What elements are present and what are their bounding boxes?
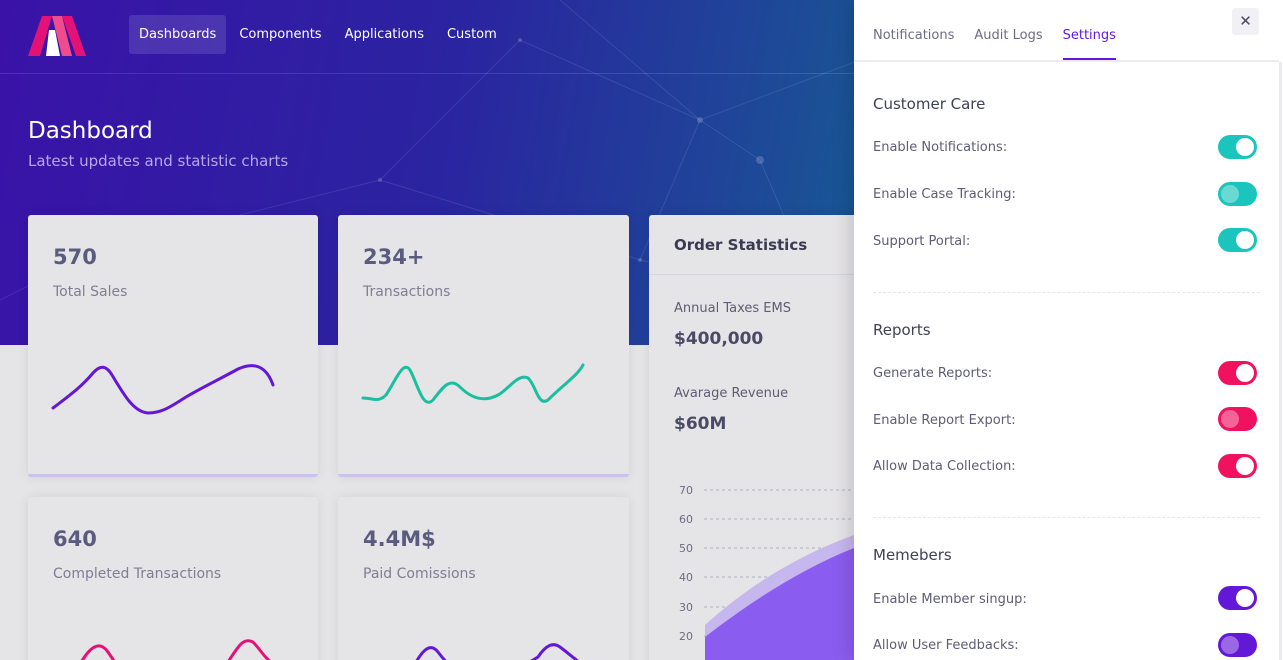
y-tick-label: 70 — [679, 484, 693, 497]
panel-scrollbar[interactable] — [1279, 62, 1282, 660]
allow-user-feedbacks-toggle[interactable] — [1218, 633, 1257, 657]
stat-card-completed-transactions: 640 Completed Transactions — [28, 497, 318, 660]
sparkline-line — [51, 364, 275, 415]
y-tick-label: 50 — [679, 542, 693, 555]
logo[interactable] — [28, 16, 88, 56]
nav-item-custom[interactable]: Custom — [437, 15, 507, 54]
y-tick-label: 30 — [679, 601, 693, 614]
setting-label: Allow User Feedbacks: — [873, 638, 1019, 653]
y-tick-label: 20 — [679, 630, 693, 643]
nav-item-applications[interactable]: Applications — [335, 15, 434, 54]
enable-member-signup-toggle[interactable] — [1218, 586, 1257, 610]
setting-label: Enable Notifications: — [873, 140, 1008, 155]
quick-panel: Notifications Audit Logs Settings ✕ Cust… — [854, 0, 1283, 660]
sparkline-line — [415, 643, 579, 660]
section-divider — [873, 517, 1260, 518]
panel-tabs: Notifications Audit Logs Settings — [873, 0, 1136, 60]
tab-settings[interactable]: Settings — [1062, 0, 1116, 60]
close-icon: ✕ — [1239, 12, 1252, 30]
nav-item-dashboards[interactable]: Dashboards — [129, 15, 227, 54]
tab-audit-logs[interactable]: Audit Logs — [974, 0, 1042, 60]
section-title-customer-care: Customer Care — [873, 95, 986, 113]
setting-label: Enable Member singup: — [873, 592, 1027, 607]
page-title: Dashboard — [28, 118, 153, 144]
sparkline-chart — [80, 639, 271, 660]
setting-label: Enable Report Export: — [873, 413, 1016, 428]
main-nav: Dashboards Components Applications Custo… — [129, 15, 510, 54]
setting-label: Support Portal: — [873, 234, 971, 249]
generate-reports-toggle[interactable] — [1218, 361, 1257, 385]
setting-label: Allow Data Collection: — [873, 459, 1016, 474]
tabs-underline — [854, 60, 1279, 62]
sparkline-line — [80, 639, 271, 660]
stat-card-paid-commissions: 4.4M$ Paid Comissions — [338, 497, 629, 660]
y-tick-label: 40 — [679, 571, 693, 584]
tab-notifications[interactable]: Notifications — [873, 0, 954, 60]
section-title-reports: Reports — [873, 321, 931, 339]
page-subtitle: Latest updates and statistic charts — [28, 152, 289, 170]
nav-item-components[interactable]: Components — [229, 15, 331, 54]
setting-label: Generate Reports: — [873, 366, 993, 381]
section-divider — [873, 292, 1260, 293]
sparkline-chart — [361, 363, 585, 404]
section-title-members: Memebers — [873, 546, 952, 564]
stat-card-transactions: 234+ Transactions — [338, 215, 629, 477]
enable-notifications-toggle[interactable] — [1218, 135, 1257, 159]
enable-report-export-toggle[interactable] — [1218, 407, 1257, 431]
support-portal-toggle[interactable] — [1218, 228, 1257, 252]
y-tick-label: 60 — [679, 513, 693, 526]
stat-card-total-sales: 570 Total Sales — [28, 215, 318, 477]
sparkline-line — [361, 363, 585, 404]
sparkline-chart — [51, 364, 275, 415]
close-panel-button[interactable]: ✕ — [1232, 8, 1259, 35]
setting-label: Enable Case Tracking: — [873, 187, 1016, 202]
enable-case-tracking-toggle[interactable] — [1218, 182, 1257, 206]
sparkline-chart — [415, 643, 579, 660]
allow-data-collection-toggle[interactable] — [1218, 454, 1257, 478]
